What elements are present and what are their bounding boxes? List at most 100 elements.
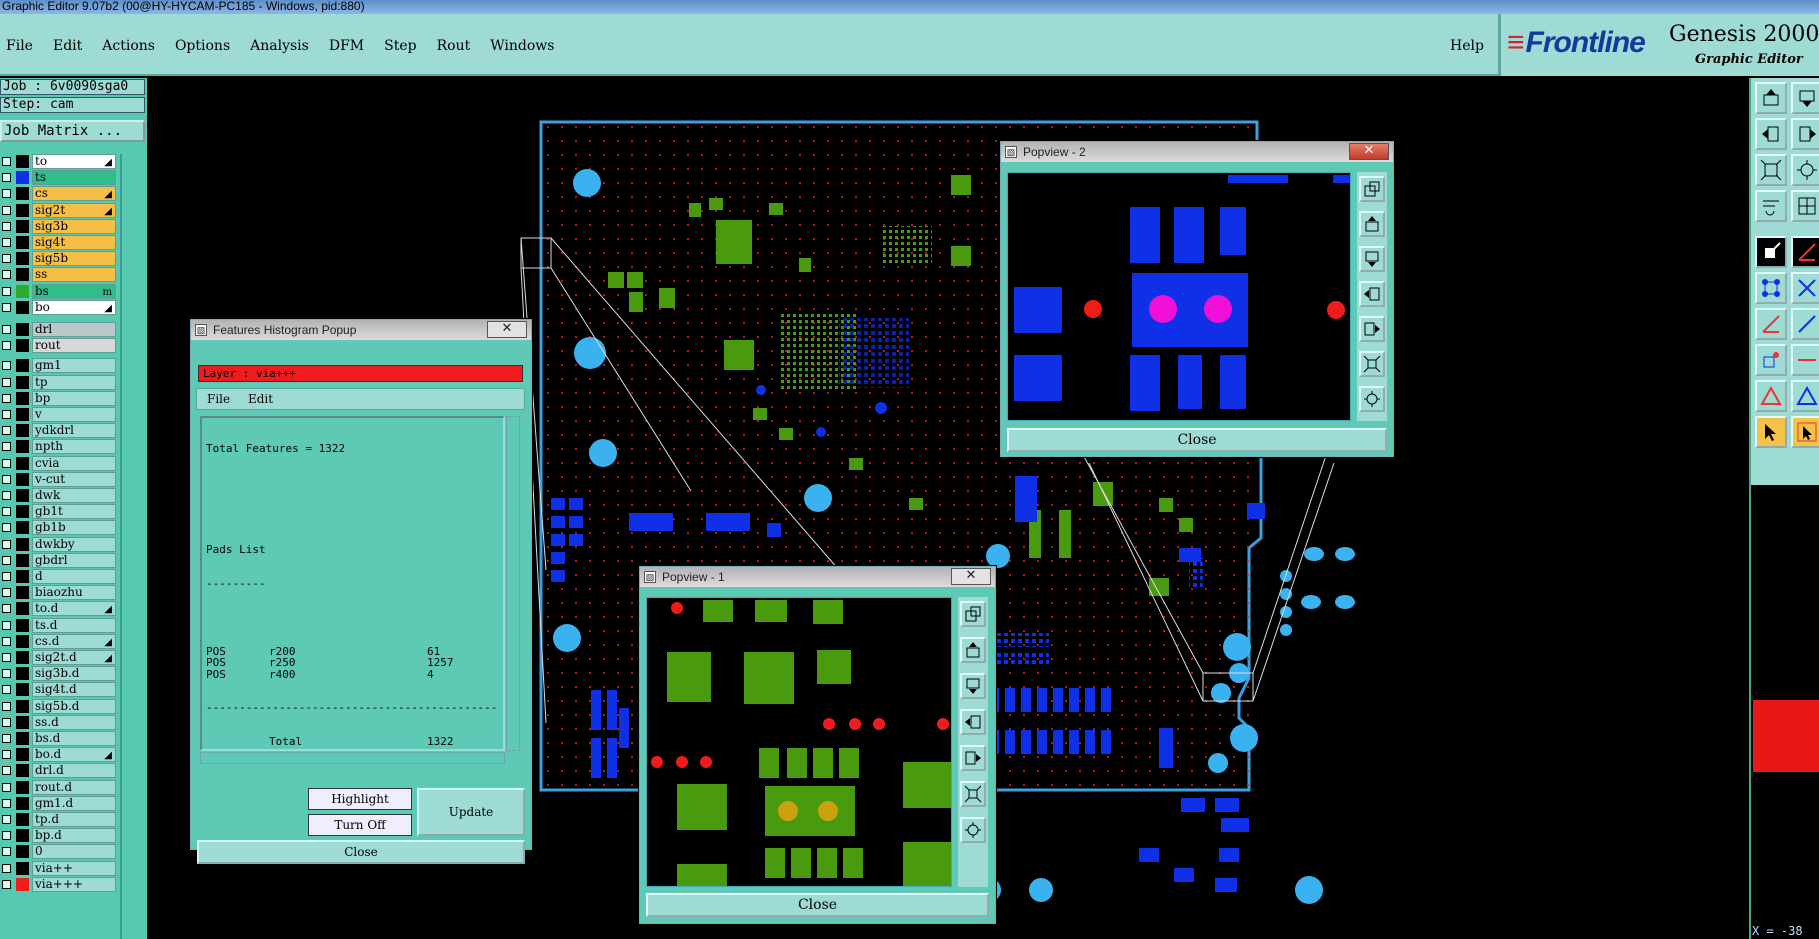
layer-row[interactable]: v-cut — [0, 471, 118, 487]
layer-checkbox[interactable] — [2, 410, 11, 419]
layer-row[interactable]: npth — [0, 439, 118, 455]
layer-row[interactable]: gb1b — [0, 520, 118, 536]
layer-row[interactable]: biaozhu — [0, 585, 118, 601]
layer-row[interactable]: drl — [0, 322, 118, 337]
layer-row[interactable]: tp — [0, 374, 118, 390]
layer-row[interactable]: to.d ◢ — [0, 601, 118, 617]
close-icon[interactable]: ✕ — [487, 321, 527, 338]
layer-name[interactable]: d — [32, 569, 116, 584]
layer-row[interactable]: sig5b.d — [0, 698, 118, 714]
layer-name[interactable]: gbdrl — [32, 552, 116, 568]
popview-2-close-button[interactable]: Close — [1007, 428, 1387, 452]
layer-name[interactable]: bp — [32, 390, 116, 406]
line-angle-icon[interactable] — [1755, 308, 1787, 340]
menu-actions[interactable]: Actions — [102, 38, 155, 54]
layer-name[interactable]: 0 — [32, 844, 116, 860]
layer-row[interactable]: drl.d — [0, 763, 118, 779]
layer-name[interactable]: cvia — [32, 455, 116, 471]
menu-options[interactable]: Options — [175, 38, 230, 54]
layer-name[interactable]: bp.d — [32, 828, 116, 844]
layer-name[interactable]: npth — [32, 439, 116, 455]
line-icon[interactable] — [1791, 308, 1819, 340]
layer-name[interactable]: gm1 — [32, 358, 116, 374]
snap-icon[interactable] — [1755, 236, 1787, 268]
move-left-icon[interactable] — [1359, 281, 1385, 307]
menu-windows[interactable]: Windows — [490, 38, 554, 54]
cross-icon[interactable] — [1791, 272, 1819, 304]
layer-checkbox[interactable] — [2, 189, 11, 199]
popview-2-canvas[interactable] — [1007, 172, 1351, 421]
window-menu-icon[interactable]: ▧ — [195, 324, 207, 336]
layer-checkbox[interactable] — [2, 717, 11, 727]
layer-name[interactable]: sig3b.d — [32, 666, 116, 682]
zoom-home-icon[interactable] — [1791, 154, 1819, 186]
layer-checkbox[interactable] — [2, 458, 11, 468]
zoom-home-icon[interactable] — [960, 817, 986, 843]
layer-row[interactable]: ts — [0, 170, 118, 186]
layer-row[interactable]: rout.d — [0, 779, 118, 795]
layer-checkbox[interactable] — [2, 474, 11, 484]
layer-checkbox[interactable] — [2, 205, 11, 215]
layer-name[interactable]: drl.d — [32, 763, 116, 779]
layer-name[interactable]: tp — [32, 374, 116, 390]
layer-row[interactable]: sig2t.d ◢ — [0, 650, 118, 665]
layer-name[interactable]: via++ — [32, 860, 116, 876]
layer-panel-scrollbar[interactable] — [120, 154, 147, 939]
layer-row[interactable]: rout — [0, 338, 118, 354]
layer-checkbox[interactable] — [2, 685, 11, 695]
layer-name[interactable]: ts — [32, 170, 116, 186]
layer-checkbox[interactable] — [2, 588, 11, 598]
layer-checkbox[interactable] — [2, 572, 11, 581]
layer-name[interactable]: tp.d — [32, 812, 116, 827]
layer-row[interactable]: gm1.d — [0, 795, 118, 811]
layer-name[interactable]: gb1b — [32, 520, 116, 536]
layer-name[interactable]: via+++ — [32, 876, 116, 892]
layer-name[interactable]: ydkdrl — [32, 423, 116, 439]
layer-name[interactable]: ss.d — [32, 714, 116, 730]
layer-name[interactable]: v-cut — [32, 471, 116, 487]
layer-row[interactable]: 0 — [0, 844, 118, 860]
close-icon[interactable]: ✕ — [1349, 143, 1389, 160]
layer-checkbox[interactable] — [2, 491, 11, 500]
layer-row[interactable]: cs.d ◢ — [0, 633, 118, 649]
layer-checkbox[interactable] — [2, 782, 11, 792]
polygon-icon[interactable] — [1791, 380, 1819, 412]
layer-checkbox[interactable] — [2, 341, 11, 351]
histogram-menu-edit[interactable]: Edit — [248, 392, 273, 406]
layer-checkbox[interactable] — [2, 604, 11, 614]
layer-row[interactable]: ydkdrl — [0, 423, 118, 439]
layer-name[interactable]: cs ◢ — [32, 186, 116, 202]
layer-row[interactable]: cs ◢ — [0, 186, 118, 202]
layer-name[interactable]: sig2t.d ◢ — [32, 650, 116, 665]
layer-row[interactable]: sig3b — [0, 218, 118, 234]
layer-row[interactable]: sig3b.d — [0, 666, 118, 682]
layer-checkbox[interactable] — [2, 286, 11, 296]
layer-checkbox[interactable] — [2, 879, 11, 889]
window-menu-icon[interactable]: ▧ — [1005, 146, 1017, 158]
copy-view-icon[interactable] — [1359, 176, 1385, 202]
layer-checkbox[interactable] — [2, 361, 11, 371]
layer-name[interactable]: v — [32, 407, 116, 422]
layer-row[interactable]: ss — [0, 267, 118, 283]
layer-name[interactable]: cs.d ◢ — [32, 633, 116, 649]
layer-name[interactable]: sig5b — [32, 251, 116, 267]
layer-row[interactable]: cvia — [0, 455, 118, 471]
zoom-fit-icon[interactable] — [960, 781, 986, 807]
move-right-icon[interactable] — [960, 745, 986, 771]
layer-checkbox[interactable] — [2, 653, 11, 662]
layer-checkbox[interactable] — [2, 734, 11, 743]
layer-row[interactable]: v — [0, 407, 118, 422]
close-icon[interactable]: ✕ — [951, 568, 991, 585]
layer-checkbox[interactable] — [2, 539, 11, 549]
layer-name[interactable]: bo ◢ — [32, 299, 116, 315]
layer-name[interactable]: sig4t.d — [32, 682, 116, 698]
layer-checkbox[interactable] — [2, 620, 11, 630]
layer-name[interactable]: bs m — [32, 283, 116, 299]
histogram-text-area[interactable]: Total Features = 1322 Pads List --------… — [200, 416, 505, 751]
layer-checkbox[interactable] — [2, 847, 11, 857]
highlight-button[interactable]: Highlight — [308, 788, 412, 810]
layer-name[interactable]: sig5b.d — [32, 698, 116, 714]
angle-icon[interactable] — [1791, 236, 1819, 268]
menu-step[interactable]: Step — [384, 38, 416, 54]
layer-name[interactable]: dwkby — [32, 536, 116, 552]
